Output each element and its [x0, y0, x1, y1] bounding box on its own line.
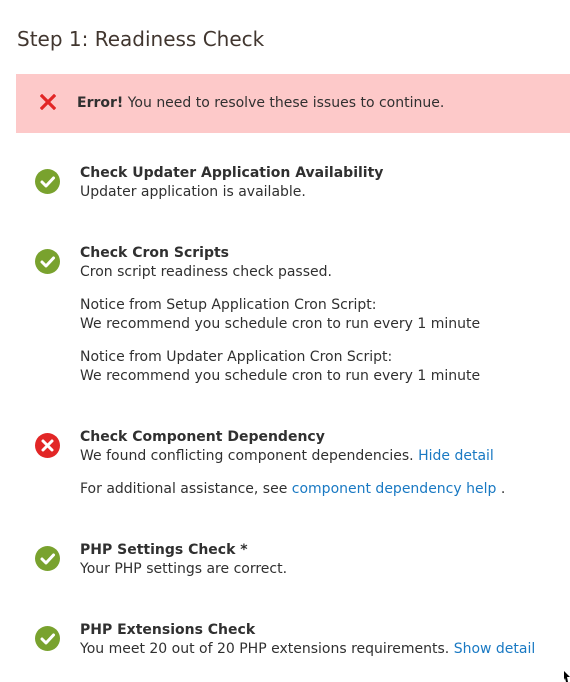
hide-detail-link[interactable]: Hide detail: [418, 448, 494, 464]
check-title: PHP Settings Check *: [80, 542, 248, 558]
error-message: Error! You need to resolve these issues …: [77, 93, 444, 113]
check-message: Your PHP settings are correct.: [80, 561, 288, 577]
check-message-line: You meet 20 out of 20 PHP extensions req…: [80, 640, 560, 659]
check-message: We found conflicting component dependenc…: [80, 448, 419, 464]
error-x-icon: [39, 93, 57, 111]
check-body: PHP Settings Check * Your PHP settings a…: [80, 541, 560, 579]
success-check-icon: [35, 169, 60, 194]
check-body: PHP Extensions Check You meet 20 out of …: [80, 621, 560, 659]
notice-line: Notice from Updater Application Cron Scr…: [80, 349, 393, 365]
show-detail-link[interactable]: Show detail: [454, 641, 536, 657]
component-dependency-help-link[interactable]: component dependency help: [292, 481, 497, 497]
error-label: Error!: [77, 95, 124, 111]
success-check-icon: [35, 249, 60, 274]
check-message: Updater application is available.: [80, 184, 306, 200]
success-check-icon: [35, 626, 60, 651]
check-body: Check Component Dependency We found conf…: [80, 428, 560, 499]
check-message-line: We found conflicting component dependenc…: [80, 447, 560, 466]
readiness-check-page: Step 1: Readiness Check Error! You need …: [0, 0, 570, 682]
error-text: You need to resolve these issues to cont…: [123, 95, 445, 111]
check-body: Check Updater Application Availability U…: [80, 164, 560, 202]
check-title: Check Cron Scripts: [80, 245, 229, 261]
notice-line: Notice from Setup Application Cron Scrip…: [80, 297, 377, 313]
check-title: PHP Extensions Check: [80, 622, 256, 638]
mouse-pointer-icon: [564, 668, 570, 682]
check-body: Check Cron Scripts Cron script readiness…: [80, 244, 560, 386]
help-prefix: For additional assistance, see: [80, 481, 292, 497]
page-title: Step 1: Readiness Check: [17, 27, 265, 51]
check-title: Check Component Dependency: [80, 429, 325, 445]
help-line: For additional assistance, see component…: [80, 480, 560, 499]
error-banner: Error! You need to resolve these issues …: [16, 74, 570, 133]
notice-line: We recommend you schedule cron to run ev…: [80, 316, 481, 332]
check-message: You meet 20 out of 20 PHP extensions req…: [80, 641, 454, 657]
error-x-circle-icon: [35, 433, 60, 458]
notice-line: We recommend you schedule cron to run ev…: [80, 368, 481, 384]
check-title: Check Updater Application Availability: [80, 165, 384, 181]
help-suffix: .: [496, 481, 506, 497]
success-check-icon: [35, 546, 60, 571]
check-message: Cron script readiness check passed.: [80, 264, 332, 280]
